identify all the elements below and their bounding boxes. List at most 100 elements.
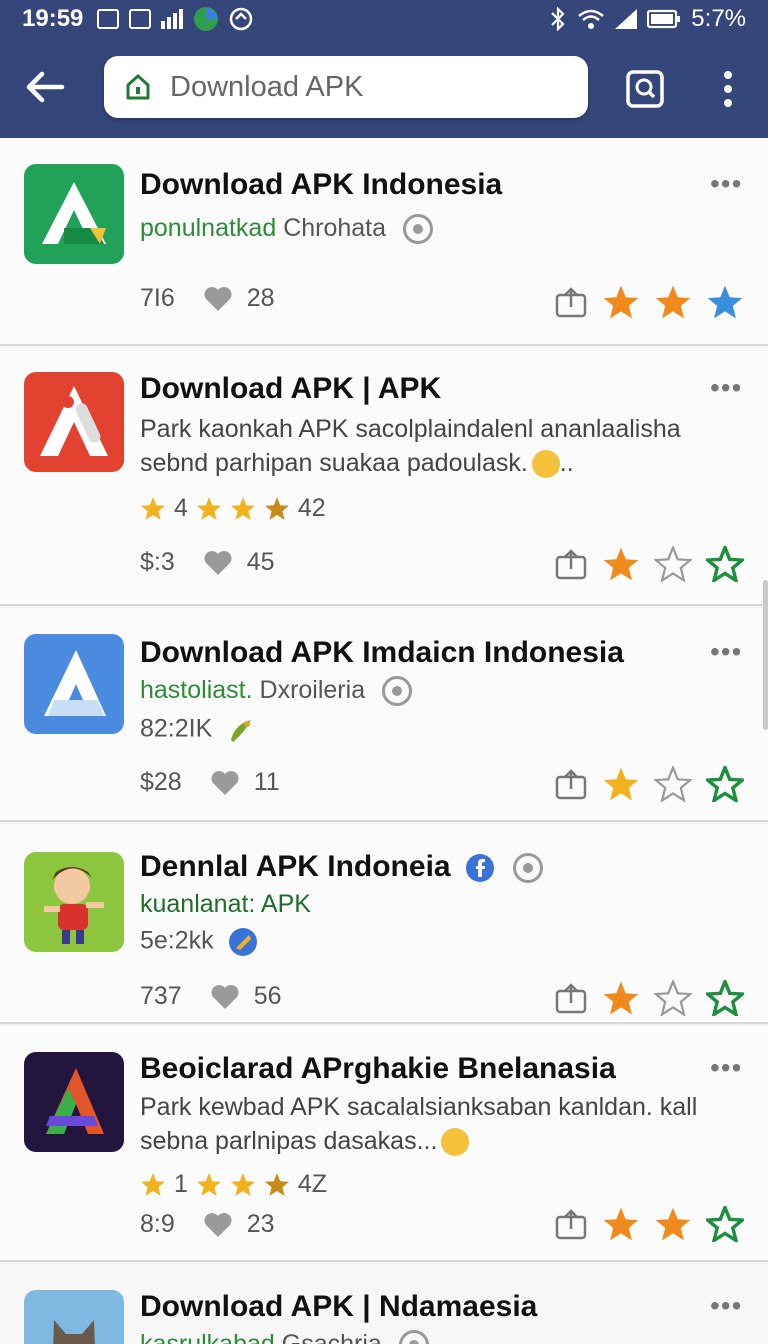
star-icon[interactable] [602, 980, 640, 1016]
download-count: $28 [140, 768, 182, 796]
list-item[interactable]: Beoiclarad APrghakie Bnelanasia ••• Park… [0, 1026, 768, 1262]
app-developer: hastoliast. Dxroileria [140, 676, 413, 707]
home-icon [126, 74, 150, 100]
star-outline-green-icon[interactable] [706, 1206, 744, 1242]
rating-value: 1 [174, 1170, 188, 1198]
more-options-icon[interactable]: ••• [710, 636, 742, 668]
more-vert-icon[interactable] [714, 68, 742, 110]
heart-icon[interactable] [210, 984, 240, 1010]
bluetooth-icon [551, 7, 565, 31]
star-icon [230, 497, 255, 520]
app-description: Park kaonkah APK sacolplaindalenl ananla… [140, 415, 681, 479]
status-bar: 19:59 5:7% [0, 0, 768, 38]
rating-count: 4Z [297, 1170, 328, 1198]
download-count: 7I6 [140, 284, 175, 312]
app-title[interactable]: Beoiclarad APrghakie Bnelanasia [140, 1052, 616, 1086]
notification-icon [97, 9, 120, 29]
search-bar[interactable] [104, 56, 588, 118]
app-developer: kasrulkabad Gsachria [140, 1330, 429, 1344]
share-icon[interactable] [554, 285, 588, 319]
heart-icon[interactable] [203, 286, 233, 312]
star-outline-green-icon[interactable] [706, 766, 744, 802]
app-stats: 737 56 [140, 982, 282, 1011]
card-actions [554, 980, 744, 1016]
sync-icon [230, 7, 253, 31]
search-input[interactable] [170, 70, 550, 104]
star-outline-icon[interactable] [654, 546, 692, 582]
app-title[interactable]: Download APK Imdaicn Indonesia [140, 636, 624, 670]
star-outline-green-icon[interactable] [706, 980, 744, 1016]
share-icon[interactable] [554, 767, 588, 801]
app-title[interactable]: Download APK Indonesia [140, 168, 502, 202]
star-icon[interactable] [654, 1206, 692, 1242]
app-icon-cat [24, 1290, 124, 1344]
list-item[interactable]: Download APK Imdaicn Indonesia ••• hasto… [0, 608, 768, 822]
share-icon[interactable] [554, 1207, 588, 1241]
share-icon[interactable] [554, 547, 588, 581]
verified-icon [398, 1330, 429, 1344]
like-count: 28 [246, 284, 275, 312]
app-stats: 7I6 28 [140, 284, 275, 313]
star-icon[interactable] [602, 284, 640, 320]
star-outline-icon[interactable] [654, 980, 692, 1016]
app-stats: $:3 45 [140, 548, 275, 577]
app-stats: $28 11 [140, 768, 280, 797]
rating-summary: 4 42 [140, 494, 326, 523]
card-actions [554, 284, 744, 320]
star-icon[interactable] [602, 766, 640, 802]
card-actions [554, 546, 744, 582]
lizard-icon [231, 720, 252, 742]
download-count: 737 [140, 982, 182, 1010]
more-options-icon[interactable]: ••• [710, 372, 742, 404]
status-time: 19:59 [22, 5, 84, 32]
app-description: Park kewbad APK sacalalsianksaban kanlda… [140, 1093, 698, 1157]
app-title[interactable]: Download APK | Ndamaesia [140, 1290, 537, 1324]
star-icon[interactable] [602, 546, 640, 582]
battery-icon [647, 9, 681, 29]
maps-icon [194, 7, 219, 31]
star-outline-icon[interactable] [654, 766, 692, 802]
scrollbar[interactable] [763, 580, 768, 730]
heart-icon[interactable] [203, 550, 233, 576]
emoji-icon [441, 1128, 470, 1157]
wifi-icon [578, 9, 605, 29]
star-icon[interactable] [706, 284, 744, 320]
verified-icon [382, 676, 413, 707]
app-title[interactable]: Download APK | APK [140, 372, 441, 406]
screenshot-icon [129, 9, 152, 29]
top-toolbar [0, 38, 768, 138]
verified-icon [403, 214, 433, 245]
app-developer: ponulnatkad Chrohata [140, 214, 433, 245]
star-half-icon [264, 497, 289, 520]
more-options-icon[interactable]: ••• [710, 168, 742, 200]
star-outline-green-icon[interactable] [706, 546, 744, 582]
cell-signal-icon [615, 9, 638, 29]
scan-icon[interactable] [624, 68, 666, 110]
app-size: 5e:2kk [140, 926, 259, 958]
share-icon[interactable] [554, 981, 588, 1015]
app-title[interactable]: Dennlal APK Indoneia [140, 850, 544, 884]
list-item[interactable]: Dennlal APK Indoneia kuanlanat: APK 5e:2… [0, 824, 768, 1024]
list-item[interactable]: Download APK | Ndamaesia ••• kasrulkabad… [0, 1264, 768, 1344]
card-actions [554, 766, 744, 802]
star-half-icon [264, 1173, 289, 1196]
heart-icon[interactable] [210, 770, 240, 796]
star-icon[interactable] [602, 1206, 640, 1242]
more-options-icon[interactable]: ••• [710, 1290, 742, 1322]
app-icon-green-a [24, 164, 124, 264]
heart-icon[interactable] [203, 1212, 233, 1238]
app-developer: kuanlanat: APK [140, 890, 311, 918]
back-arrow-icon[interactable] [22, 64, 68, 110]
like-count: 45 [246, 548, 275, 576]
list-item[interactable]: Download APK Indonesia ••• ponulnatkad C… [0, 138, 768, 346]
like-count: 23 [246, 1210, 275, 1238]
badge-icon [228, 928, 257, 956]
list-item[interactable]: Download APK | APK ••• Park kaonkah APK … [0, 348, 768, 606]
star-icon[interactable] [654, 284, 692, 320]
signal-icon [161, 9, 184, 29]
app-icon-red-a [24, 372, 124, 472]
app-size: 82:2IK [140, 714, 257, 746]
star-icon [196, 1173, 221, 1196]
battery-level: 5:7% [691, 5, 746, 32]
more-options-icon[interactable]: ••• [710, 1052, 742, 1084]
